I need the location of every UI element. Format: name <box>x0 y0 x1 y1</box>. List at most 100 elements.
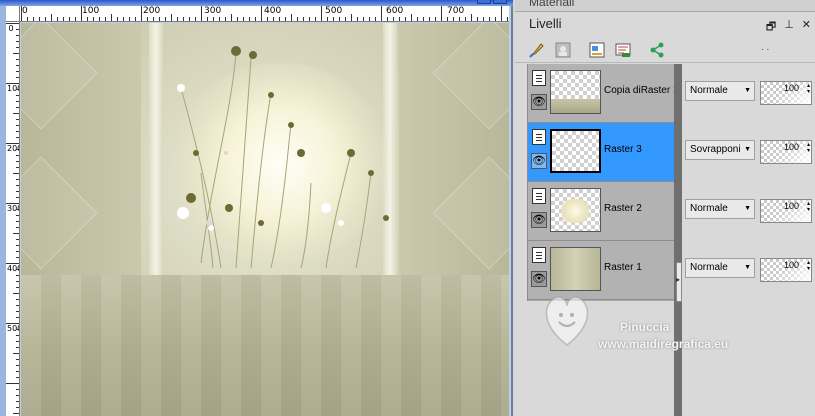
toolbar-overflow-dots[interactable]: . . <box>761 42 769 53</box>
vertical-ruler: 0 100 200 300 400 500 <box>6 22 20 416</box>
share-link-icon[interactable] <box>647 40 667 60</box>
layer-row-raster-3[interactable]: 👁 Raster 3 <box>528 123 689 182</box>
ruler-tick <box>16 215 19 216</box>
layer-row-raster-2[interactable]: 👁 Raster 2 <box>528 182 689 241</box>
layer-props-row: Normale ▼ 100 ▴ ▾ <box>682 64 815 123</box>
layer-name[interactable]: Copia diRaster 1 <box>604 85 678 96</box>
ruler-tick <box>459 17 460 21</box>
ruler-tick <box>16 107 19 108</box>
blend-mode-select[interactable]: Normale ▼ <box>685 81 755 101</box>
ruler-label: 100 <box>7 84 19 93</box>
ruler-tick <box>16 269 19 270</box>
ruler-tick <box>405 17 406 21</box>
ruler-tick <box>16 245 19 246</box>
restore-icon[interactable]: 🗗 <box>766 18 776 37</box>
ruler-tick <box>81 6 82 21</box>
ruler-tick <box>16 95 19 96</box>
layer-page-icon[interactable] <box>532 247 546 263</box>
layer-page-icon[interactable] <box>532 188 546 204</box>
ruler-tick <box>447 17 448 21</box>
ruler-tick <box>16 221 19 222</box>
visibility-eye-icon[interactable]: 👁 <box>531 94 547 110</box>
psp-workspace: 0 100 200 300 400 500 600 700 0 100 200 … <box>0 0 815 416</box>
ruler-tick <box>16 209 19 210</box>
layer-thumbnail <box>550 129 601 173</box>
properties-icon[interactable] <box>587 40 607 60</box>
flowers-thumb <box>561 199 590 223</box>
ruler-tick <box>105 17 106 21</box>
blend-mode-select[interactable]: Normale ▼ <box>685 199 755 219</box>
ruler-tick <box>16 71 19 72</box>
close-icon[interactable]: ✕ <box>802 18 811 37</box>
layer-props-row: Normale ▼ 100 ▴ ▾ <box>682 182 815 241</box>
watermark-name: Pinuccia <box>620 320 670 334</box>
image-canvas[interactable] <box>21 23 509 416</box>
opacity-field[interactable]: 100 ▴ ▾ <box>760 258 812 282</box>
layer-name[interactable]: Raster 3 <box>604 144 642 155</box>
ruler-tick <box>6 323 19 324</box>
visibility-eye-icon[interactable]: 👁 <box>531 212 547 228</box>
ruler-tick <box>93 17 94 21</box>
ruler-tick <box>501 6 502 21</box>
layers-panel-header[interactable]: Livelli 🗗 ⊥ ✕ <box>515 14 815 36</box>
spin-arrows-icon[interactable]: ▴ ▾ <box>807 142 810 154</box>
maximize-button[interactable] <box>493 0 507 4</box>
ruler-tick <box>489 17 490 21</box>
ruler-tick <box>16 389 19 390</box>
ruler-tick <box>249 17 250 21</box>
ruler-tick <box>393 17 394 21</box>
opacity-field[interactable]: 100 ▴ ▾ <box>760 199 812 223</box>
ruler-tick <box>339 17 340 21</box>
ruler-tick <box>16 311 19 312</box>
flower-scene-icon <box>177 46 389 269</box>
ruler-label: 200 <box>7 144 19 153</box>
ruler-tick <box>351 14 352 21</box>
minimize-button[interactable] <box>477 0 491 4</box>
ruler-tick <box>16 185 19 186</box>
ruler-label: 0 <box>22 6 28 16</box>
opacity-field[interactable]: 100 ▴ ▾ <box>760 81 812 105</box>
visibility-eye-icon[interactable]: 👁 <box>531 153 547 169</box>
blend-mode-value: Normale <box>690 203 728 214</box>
window-buttons <box>477 0 507 4</box>
layer-page-icon[interactable] <box>532 70 546 86</box>
ruler-tick <box>333 17 334 21</box>
panel-splitter[interactable] <box>674 64 682 416</box>
layer-name[interactable]: Raster 1 <box>604 262 642 273</box>
ruler-tick <box>471 14 472 21</box>
materials-panel-header[interactable]: Materiali <box>515 0 815 12</box>
ruler-tick <box>345 17 346 21</box>
blend-mode-select[interactable]: Sovrapponi ▼ <box>685 140 755 160</box>
ruler-tick <box>117 17 118 21</box>
ruler-tick <box>237 17 238 21</box>
spin-arrows-icon[interactable]: ▴ ▾ <box>807 260 810 272</box>
ruler-tick <box>87 17 88 21</box>
layer-row-copia-raster-1[interactable]: 👁 Copia diRaster 1 <box>528 64 689 123</box>
ruler-tick <box>159 17 160 21</box>
blend-mode-value: Sovrapponi <box>690 144 741 155</box>
brush-icon[interactable] <box>527 40 547 60</box>
ruler-tick <box>6 383 19 384</box>
ruler-tick <box>279 17 280 21</box>
ruler-tick <box>16 65 19 66</box>
ruler-tick <box>201 6 202 21</box>
merge-icon[interactable] <box>613 40 633 60</box>
layer-page-icon[interactable] <box>532 129 546 145</box>
spin-arrows-icon[interactable]: ▴ ▾ <box>807 83 810 95</box>
ruler-tick <box>16 197 19 198</box>
ruler-tick <box>16 299 19 300</box>
mask-icon[interactable] <box>553 40 573 60</box>
ruler-tick <box>39 17 40 21</box>
ruler-tick <box>147 17 148 21</box>
blend-mode-select[interactable]: Normale ▼ <box>685 258 755 278</box>
visibility-eye-icon[interactable]: 👁 <box>531 271 547 287</box>
layer-name[interactable]: Raster 2 <box>604 203 642 214</box>
pin-icon[interactable]: ⊥ <box>784 18 794 37</box>
ruler-tick <box>13 53 19 54</box>
ruler-tick <box>16 155 19 156</box>
spin-arrows-icon[interactable]: ▴ ▾ <box>807 201 810 213</box>
ruler-tick <box>243 17 244 21</box>
ruler-tick <box>273 17 274 21</box>
ruler-tick <box>135 17 136 21</box>
opacity-field[interactable]: 100 ▴ ▾ <box>760 140 812 164</box>
